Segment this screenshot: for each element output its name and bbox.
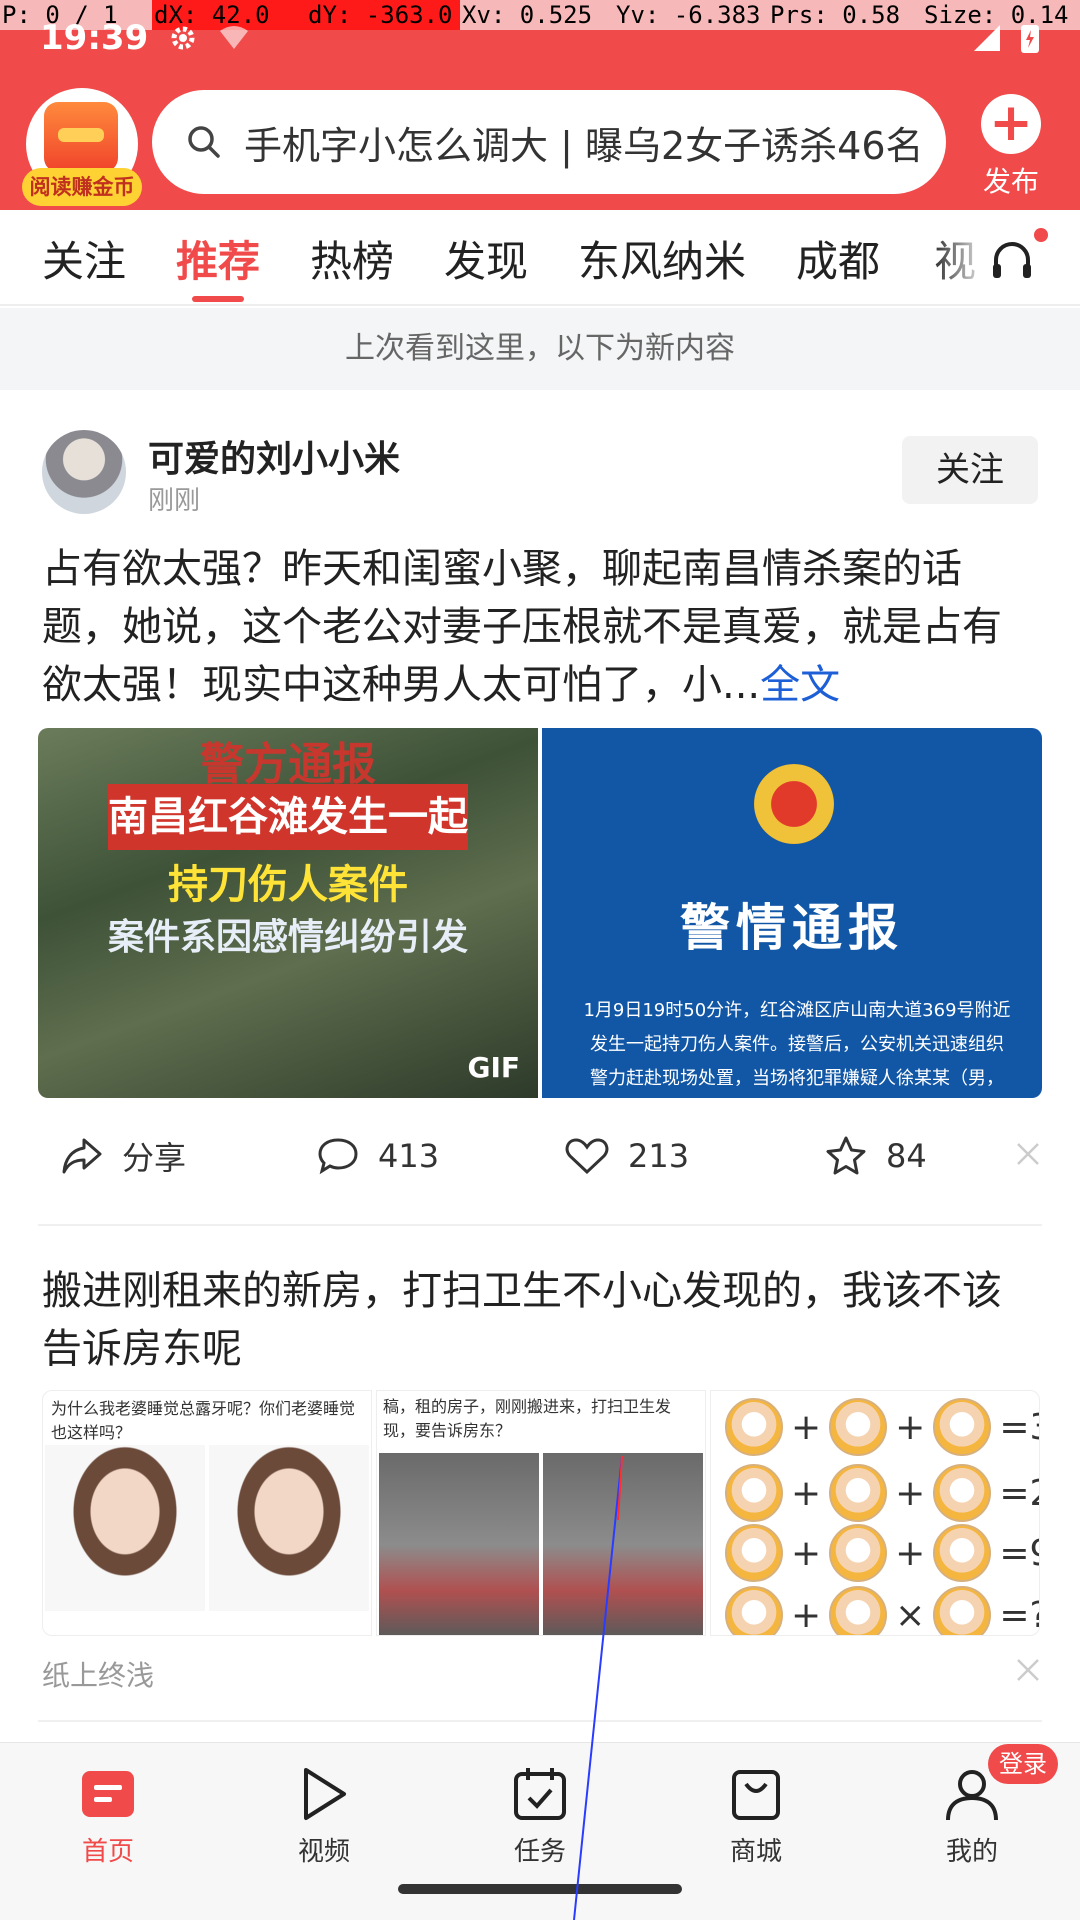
touch-trace-line bbox=[573, 1455, 623, 1920]
